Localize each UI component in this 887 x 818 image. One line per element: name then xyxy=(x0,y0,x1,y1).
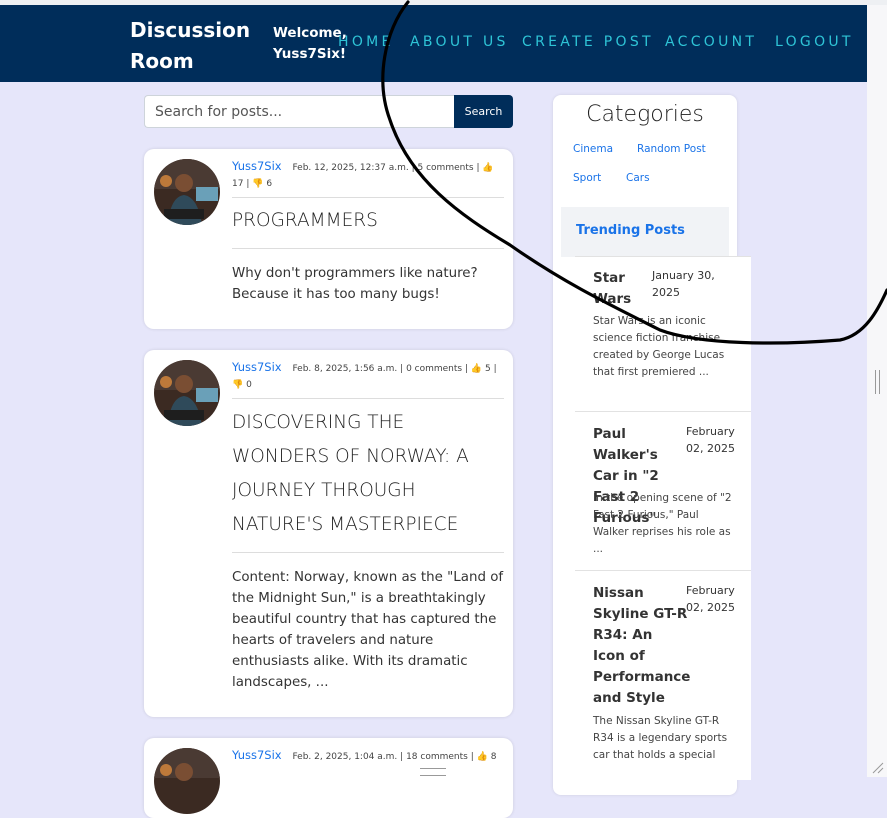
author-avatar[interactable] xyxy=(154,748,220,814)
post-card: Yuss7Six Feb. 12, 2025, 12:37 a.m. | 5 c… xyxy=(144,149,513,329)
welcome-username: Yuss7Six! xyxy=(273,46,347,62)
search-button[interactable]: Search xyxy=(454,95,513,128)
thumbs-down-icon[interactable]: 👎 xyxy=(252,179,263,189)
trending-post-item[interactable]: Star Wars January 30, 2025 Star Wars is … xyxy=(575,256,751,412)
thumbs-up-icon[interactable]: 👍 xyxy=(471,364,482,374)
nav-create-post-link[interactable]: CREATE POST xyxy=(522,34,654,50)
post-dislikes-count: 0 xyxy=(246,380,252,390)
trending-post-snippet: The Nissan Skyline GT-R R34 is a legenda… xyxy=(593,715,728,761)
post-comments-count[interactable]: 18 comments xyxy=(406,752,468,762)
category-cars-link[interactable]: Cars xyxy=(626,172,650,184)
trending-post-date: January 30, 2025 xyxy=(652,269,715,299)
post-title[interactable]: DISCOVERING THE WONDERS OF NORWAY: A JOU… xyxy=(232,406,504,542)
post-meta: Yuss7Six Feb. 2, 2025, 1:04 a.m. | 18 co… xyxy=(232,748,497,762)
nav-about-link[interactable]: ABOUT US xyxy=(410,34,509,50)
brand-logo[interactable]: Discussion Room xyxy=(130,15,260,77)
thumbs-up-icon[interactable]: 👍 xyxy=(482,163,493,173)
author-avatar[interactable] xyxy=(154,360,220,426)
nav-logout-link[interactable]: LOGOUT xyxy=(775,34,854,50)
post-date: Feb. 2, 2025, 1:04 a.m. xyxy=(292,752,398,762)
trending-header: Trending Posts xyxy=(561,207,729,257)
post-comments-count[interactable]: 5 comments xyxy=(418,163,474,173)
post-date: Feb. 12, 2025, 12:37 a.m. xyxy=(292,163,409,173)
welcome-message: Welcome, Yuss7Six! xyxy=(273,23,347,65)
post-meta: Yuss7Six Feb. 12, 2025, 12:37 a.m. | 5 c… xyxy=(232,159,494,189)
thumbs-up-icon[interactable]: 👍 xyxy=(477,752,488,762)
post-author-link[interactable]: Yuss7Six xyxy=(232,360,282,374)
post-card: Yuss7Six Feb. 8, 2025, 1:56 a.m. | 0 com… xyxy=(144,350,513,717)
post-likes-count: 8 xyxy=(490,752,497,762)
resize-handle[interactable] xyxy=(875,370,880,394)
trending-post-title[interactable]: Star Wars xyxy=(593,268,651,310)
post-comments-count[interactable]: 0 comments xyxy=(406,364,462,374)
post-dislikes-count: 6 xyxy=(266,179,273,189)
post-title[interactable]: PROGRAMMERS xyxy=(232,204,504,238)
nav-account-link[interactable]: ACCOUNT xyxy=(665,34,757,50)
post-content: Content: Norway, known as the "Land of t… xyxy=(232,570,504,690)
brand-line-1: Discussion xyxy=(130,18,251,42)
corner-resize-icon[interactable] xyxy=(870,760,884,774)
author-avatar[interactable] xyxy=(154,159,220,225)
post-content: Why don't programmers like nature? Becau… xyxy=(232,266,478,302)
trending-post-title[interactable]: Nissan Skyline GT-R R34: An Icon of Perf… xyxy=(593,583,690,709)
categories-title: Categories xyxy=(586,102,704,127)
category-cinema-link[interactable]: Cinema xyxy=(573,143,613,155)
post-date: Feb. 8, 2025, 1:56 a.m. xyxy=(292,364,398,374)
search-input[interactable] xyxy=(144,95,454,128)
post-card: Yuss7Six Feb. 2, 2025, 1:04 a.m. | 18 co… xyxy=(144,738,513,818)
bottom-resize-handle[interactable] xyxy=(420,768,446,776)
post-meta: Yuss7Six Feb. 8, 2025, 1:56 a.m. | 0 com… xyxy=(232,360,497,390)
divider xyxy=(232,197,504,198)
post-likes-count: 17 xyxy=(232,179,244,189)
trending-post-snippet: In the opening scene of "2 Fast 2 Furiou… xyxy=(593,492,732,555)
trending-post-item[interactable]: Nissan Skyline GT-R R34: An Icon of Perf… xyxy=(575,570,751,780)
navbar: Discussion Room Welcome, Yuss7Six! HOME … xyxy=(0,5,867,82)
trending-title: Trending Posts xyxy=(576,223,685,238)
trending-post-date: February 02, 2025 xyxy=(686,584,735,614)
thumbs-down-icon[interactable]: 👎 xyxy=(232,380,243,390)
trending-post-snippet: Star Wars is an iconic science fiction f… xyxy=(593,315,725,378)
divider xyxy=(232,398,504,399)
post-likes-count: 5 xyxy=(484,364,491,374)
post-author-link[interactable]: Yuss7Six xyxy=(232,159,282,173)
divider xyxy=(232,552,504,553)
trending-post-date: February 02, 2025 xyxy=(686,425,735,455)
welcome-line-1: Welcome, xyxy=(273,25,347,41)
category-sport-link[interactable]: Sport xyxy=(573,172,601,184)
trending-post-item[interactable]: Paul Walker's Car in "2 Fast 2 Furious" … xyxy=(575,411,751,571)
divider xyxy=(232,248,504,249)
brand-line-2: Room xyxy=(130,49,194,73)
post-author-link[interactable]: Yuss7Six xyxy=(232,748,282,762)
nav-home-link[interactable]: HOME xyxy=(338,34,394,50)
category-random-post-link[interactable]: Random Post xyxy=(637,143,706,155)
